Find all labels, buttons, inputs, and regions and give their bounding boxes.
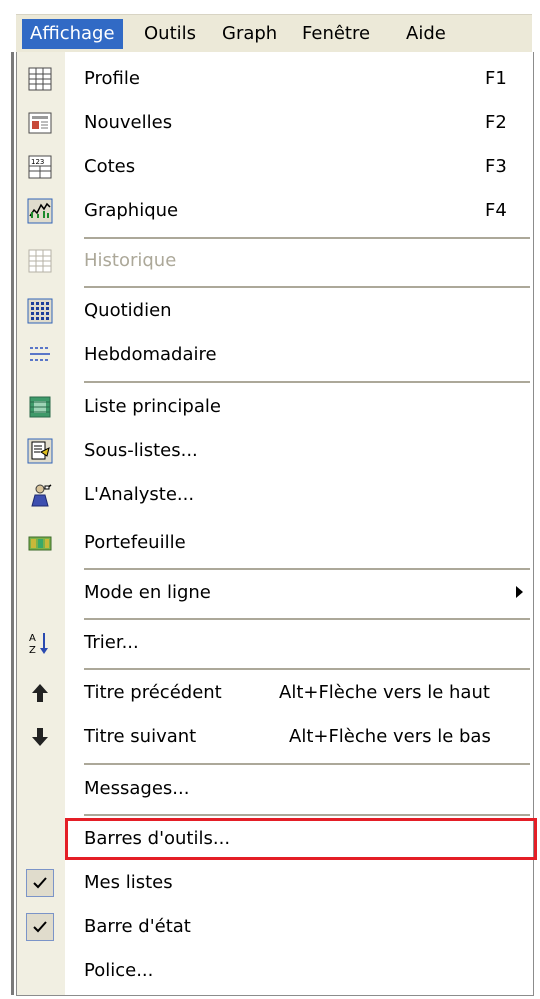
menu-item-mode-en-ligne[interactable]: Mode en ligne <box>17 572 533 614</box>
svg-text:123: 123 <box>31 158 44 166</box>
menu-item-messages[interactable]: Messages... <box>17 768 533 810</box>
separator <box>84 237 530 239</box>
menu-item-liste-principale[interactable]: Liste principale <box>17 386 533 428</box>
affichage-dropdown: Profile F1 Nouvelles F2 123 Cotes F3 Gra… <box>11 52 537 996</box>
menu-item-historique: Historique <box>17 240 533 282</box>
menu-item-graphique[interactable]: Graphique F4 <box>17 190 533 232</box>
menu-item-label: Titre précédent <box>84 682 222 703</box>
shortcut-label: Alt+Flèche vers le bas <box>289 726 491 747</box>
portfolio-icon <box>28 536 52 551</box>
submenu-arrow-icon <box>516 586 523 598</box>
menu-item-label: Police... <box>84 960 154 981</box>
menu-item-label: Liste principale <box>84 396 221 417</box>
menu-affichage[interactable]: Affichage <box>22 19 123 49</box>
menu-item-label: Titre suivant <box>84 726 197 747</box>
history-grid-icon <box>28 249 52 273</box>
menu-item-label: Mode en ligne <box>84 582 211 603</box>
menu-item-label: Barre d'état <box>84 916 191 937</box>
shortcut-label: Alt+Flèche vers le haut <box>279 682 490 703</box>
menu-item-label: Quotidien <box>84 300 172 321</box>
menu-item-label: Cotes <box>84 156 136 177</box>
menu-item-cotes[interactable]: 123 Cotes F3 <box>17 146 533 188</box>
menu-item-hebdomadaire[interactable]: Hebdomadaire <box>17 334 533 376</box>
main-list-icon <box>29 396 51 418</box>
left-border <box>11 52 14 995</box>
weekly-icon <box>30 347 50 361</box>
sublists-icon <box>27 438 53 464</box>
menu-item-label: Trier... <box>84 632 139 653</box>
daily-icon <box>27 298 53 324</box>
menu-item-titre-suivant[interactable]: Titre suivant Alt+Flèche vers le bas <box>17 716 533 758</box>
menu-item-barre-etat[interactable]: Barre d'état <box>17 906 533 948</box>
menu-item-police[interactable]: Police... <box>17 950 533 992</box>
shortcut-label: F3 <box>485 156 507 177</box>
shortcut-label: F4 <box>485 200 507 221</box>
menu-item-portefeuille[interactable]: Portefeuille <box>17 522 533 564</box>
menu-item-label: Graphique <box>84 200 179 221</box>
menu-item-sous-listes[interactable]: Sous-listes... <box>17 430 533 472</box>
menu-item-label: Profile <box>84 68 140 89</box>
menu-aide[interactable]: Aide <box>398 19 454 49</box>
app-window: Affichage Outils Graph Fenêtre Aide Prof… <box>0 0 540 999</box>
separator <box>84 814 530 816</box>
menu-item-trier[interactable]: A Z Trier... <box>17 622 533 664</box>
separator <box>84 286 530 288</box>
menu-item-label: Hebdomadaire <box>84 344 217 365</box>
checkmark-icon <box>26 869 54 897</box>
separator <box>84 618 530 620</box>
menu-item-nouvelles[interactable]: Nouvelles F2 <box>17 102 533 144</box>
menu-fenetre[interactable]: Fenêtre <box>294 19 378 49</box>
menu-item-label: Sous-listes... <box>84 440 198 461</box>
quotes-table-icon: 123 <box>28 155 52 179</box>
menu-outils[interactable]: Outils <box>136 19 204 49</box>
grid-icon <box>28 67 52 91</box>
shortcut-label: F2 <box>485 112 507 133</box>
menu-item-titre-precedent[interactable]: Titre précédent Alt+Flèche vers le haut <box>17 672 533 714</box>
menu-item-profile[interactable]: Profile F1 <box>17 58 533 100</box>
svg-text:A: A <box>29 633 36 644</box>
separator <box>84 668 530 670</box>
menu-item-label: Mes listes <box>84 872 173 893</box>
menu-item-quotidien[interactable]: Quotidien <box>17 290 533 332</box>
menu-item-mes-listes[interactable]: Mes listes <box>17 862 533 904</box>
analyst-icon <box>31 484 52 507</box>
svg-text:Z: Z <box>29 645 36 656</box>
menu-bar: Affichage Outils Graph Fenêtre Aide <box>16 14 532 53</box>
menu-graph[interactable]: Graph <box>214 19 285 49</box>
menu-item-label: Portefeuille <box>84 532 186 553</box>
menu-item-label: Messages... <box>84 778 190 799</box>
newspaper-icon <box>28 112 52 134</box>
separator <box>84 568 530 570</box>
menu-item-analyste[interactable]: L'Analyste... <box>17 474 533 516</box>
shortcut-label: F1 <box>485 68 507 89</box>
separator <box>84 763 530 765</box>
arrow-down-icon <box>32 728 48 746</box>
separator <box>84 381 530 383</box>
menu-item-label: Nouvelles <box>84 112 173 133</box>
sort-az-icon: A Z <box>29 633 48 656</box>
menu-item-label: L'Analyste... <box>84 484 195 505</box>
chart-icon <box>27 198 53 224</box>
menu-item-label: Historique <box>84 250 177 271</box>
arrow-up-icon <box>32 684 48 702</box>
highlight-annotation <box>65 818 537 860</box>
checkmark-icon <box>26 913 54 941</box>
